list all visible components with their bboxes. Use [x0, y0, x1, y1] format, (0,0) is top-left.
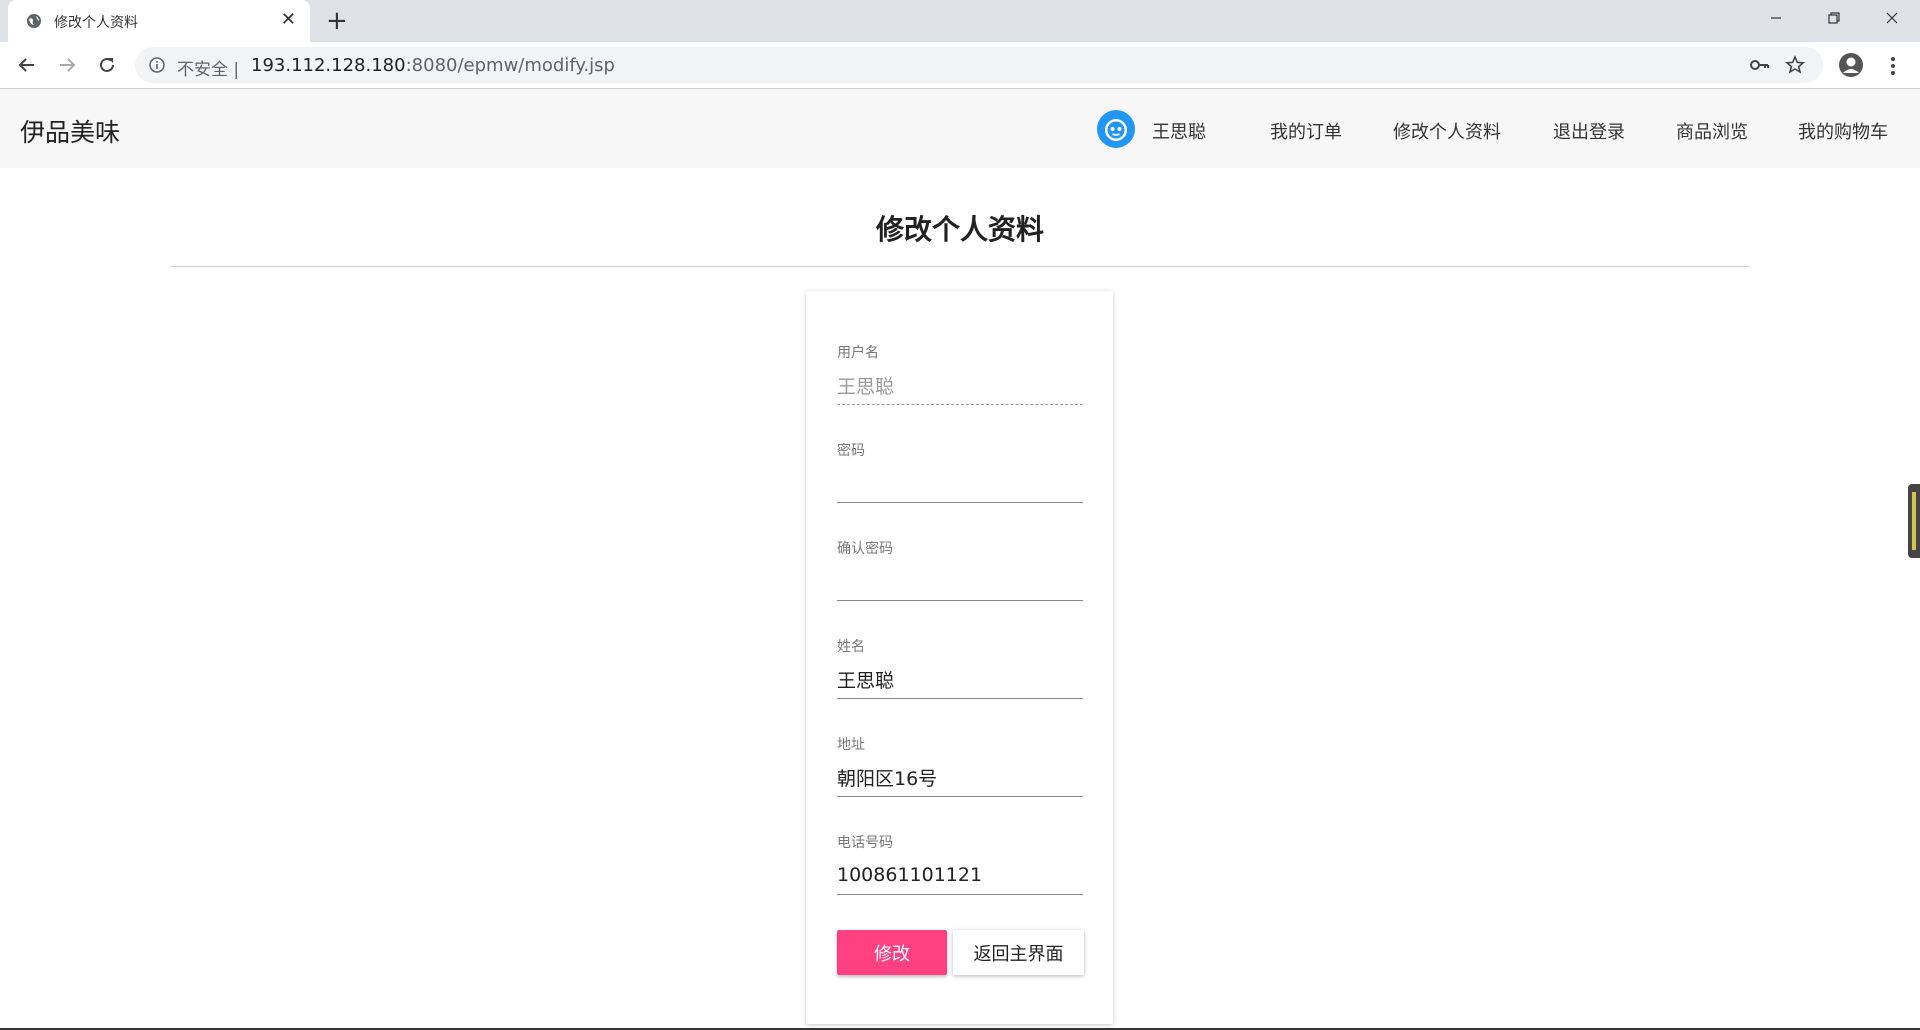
nav-link-logout[interactable]: 退出登录 [1553, 118, 1625, 144]
phone-input[interactable] [837, 856, 1083, 895]
profile-form-card: 用户名 密码 确认密码 姓名 地址 电话号码 修改 返回主界面 [806, 291, 1113, 1024]
back-to-main-button[interactable]: 返回主界面 [953, 930, 1084, 975]
browser-tabstrip: 修改个人资料 ✕ + [0, 0, 1920, 42]
close-tab-icon[interactable]: ✕ [281, 9, 296, 31]
phone-label: 电话号码 [837, 835, 893, 851]
globe-icon [27, 14, 41, 28]
key-icon[interactable] [1749, 56, 1769, 74]
new-tab-button[interactable]: + [326, 6, 348, 36]
more-vertical-icon[interactable] [1890, 56, 1896, 76]
back-button[interactable] [13, 51, 41, 79]
close-window-button[interactable] [1864, 0, 1920, 36]
side-handle-grip [1912, 492, 1916, 550]
address-label: 地址 [837, 737, 865, 753]
close-icon [1886, 12, 1898, 24]
user-avatar-icon[interactable] [1096, 109, 1136, 149]
reload-button[interactable] [93, 51, 121, 79]
url-text[interactable]: 193.112.128.180:8080/epmw/modify.jsp [251, 55, 615, 76]
security-status[interactable]: 不安全 | [177, 55, 239, 80]
site-navbar: 伊品美味 王思聪 我的订单 修改个人资料 退出登录 商品浏览 我的购物车 [0, 89, 1920, 168]
forward-button[interactable] [53, 51, 81, 79]
nav-user-name[interactable]: 王思聪 [1152, 118, 1206, 144]
title-divider [170, 266, 1750, 267]
reload-icon [100, 57, 114, 72]
modify-button[interactable]: 修改 [837, 930, 947, 975]
password-input[interactable] [837, 464, 1083, 503]
username-input [837, 366, 1083, 405]
profile-icon[interactable] [1838, 52, 1864, 78]
password-label: 密码 [837, 443, 865, 459]
username-label: 用户名 [837, 345, 879, 361]
name-label: 姓名 [837, 639, 865, 655]
url-host: 193.112.128.180 [251, 55, 406, 76]
address-input[interactable] [837, 758, 1083, 797]
confirm-password-label: 确认密码 [837, 541, 893, 557]
address-bar[interactable]: 不安全 | 193.112.128.180:8080/epmw/modify.j… [135, 47, 1823, 83]
brand-logo[interactable]: 伊品美味 [20, 113, 120, 149]
arrow-left-icon [18, 58, 34, 72]
arrow-right-icon [60, 58, 76, 72]
minimize-window-button[interactable] [1748, 0, 1804, 36]
nav-link-my-orders[interactable]: 我的订单 [1270, 118, 1342, 144]
confirm-password-input[interactable] [837, 562, 1083, 601]
browser-tab[interactable]: 修改个人资料 ✕ [8, 0, 310, 42]
info-icon[interactable] [149, 57, 165, 73]
star-icon[interactable] [1785, 55, 1805, 75]
page-title: 修改个人资料 [875, 213, 1044, 246]
nav-link-browse-products[interactable]: 商品浏览 [1676, 118, 1748, 144]
nav-link-my-cart[interactable]: 我的购物车 [1798, 118, 1888, 144]
minimize-icon [1771, 17, 1781, 19]
restore-window-button[interactable] [1806, 0, 1862, 36]
restore-icon [1828, 12, 1840, 24]
tab-title: 修改个人资料 [54, 15, 138, 31]
side-panel-handle[interactable] [1908, 484, 1920, 558]
security-label: 不安全 [177, 60, 228, 80]
url-path: :8080/epmw/modify.jsp [405, 55, 615, 76]
browser-toolbar: 不安全 | 193.112.128.180:8080/epmw/modify.j… [0, 42, 1920, 89]
name-input[interactable] [837, 660, 1083, 699]
nav-link-edit-profile[interactable]: 修改个人资料 [1393, 118, 1501, 144]
